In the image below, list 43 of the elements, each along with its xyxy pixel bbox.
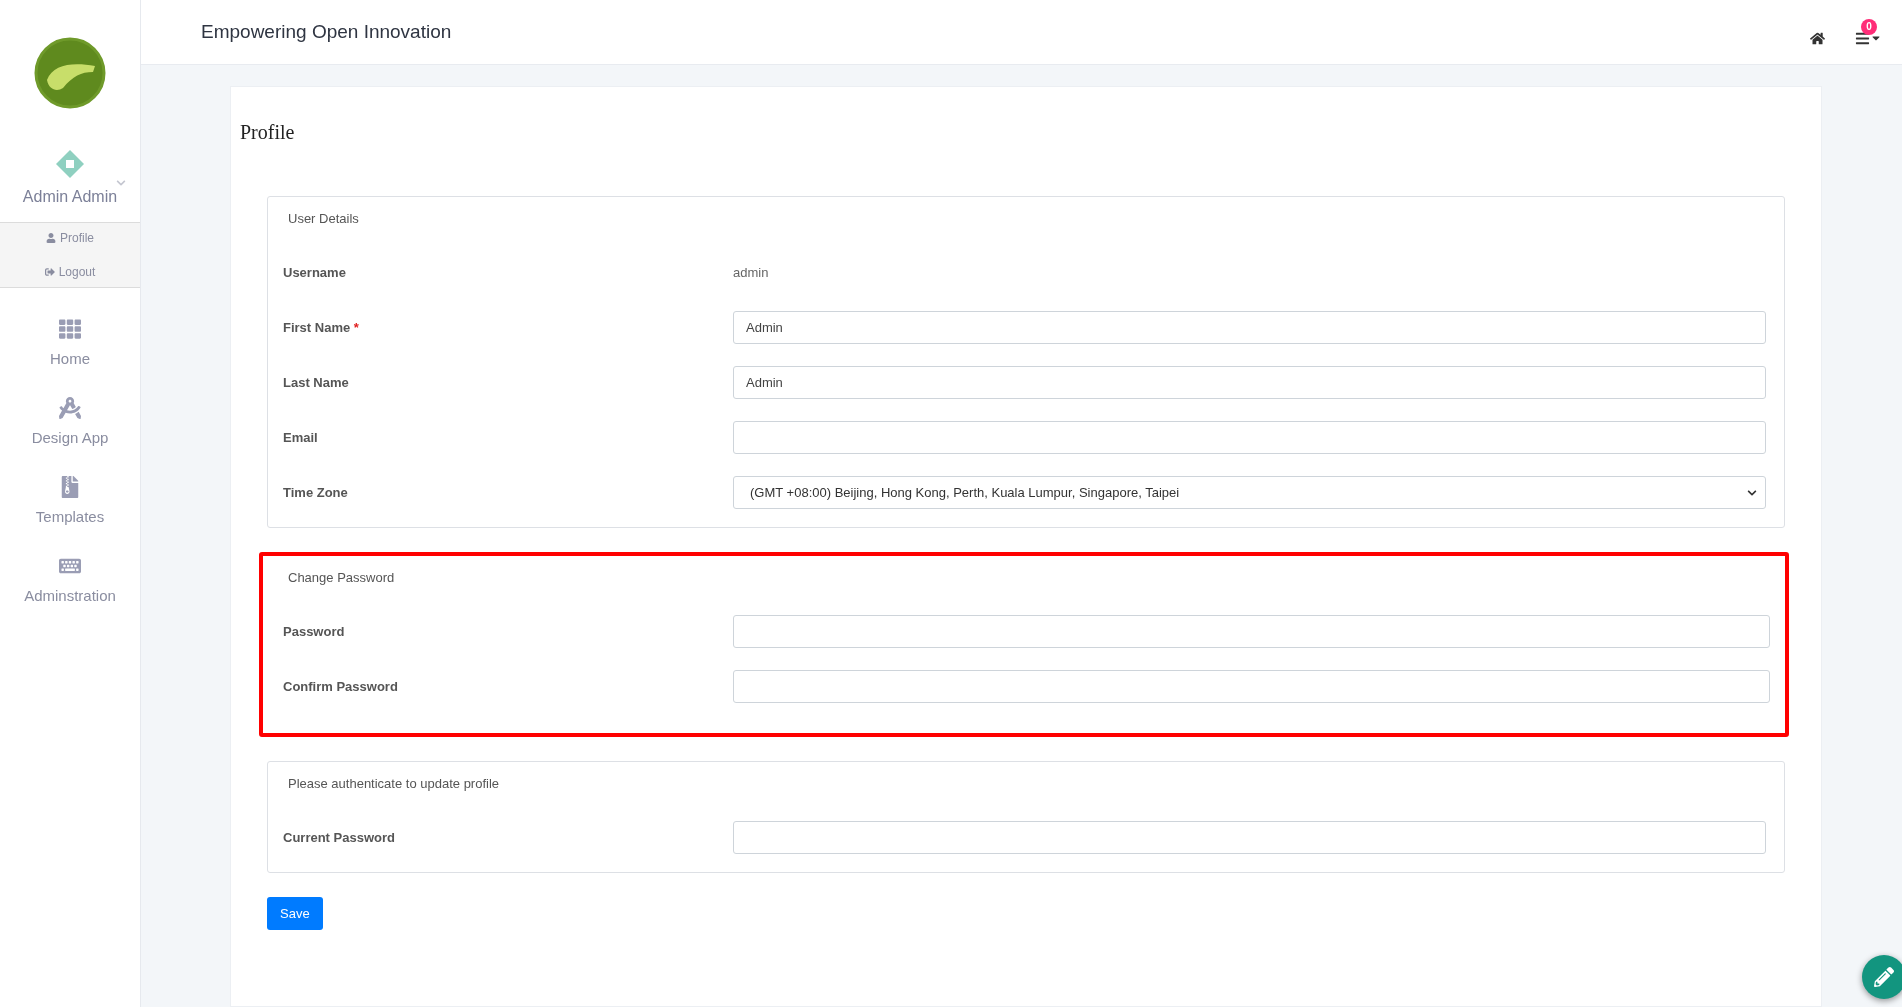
user-icon — [46, 233, 56, 243]
section-legend: Please authenticate to update profile — [283, 776, 1766, 791]
field-label: Current Password — [283, 830, 396, 845]
username-value: admin — [733, 265, 770, 280]
field-label: Email — [283, 430, 319, 445]
input-field[interactable] — [733, 670, 1770, 703]
field-label: Confirm Password — [283, 679, 399, 694]
home-icon — [1810, 30, 1825, 46]
list-icon — [1855, 30, 1870, 46]
input-field[interactable] — [733, 421, 1766, 454]
pencil-icon — [1874, 967, 1894, 987]
field-label: First Name * — [283, 320, 360, 335]
section-legend: User Details — [283, 211, 1766, 226]
input-field[interactable] — [733, 615, 1770, 648]
edit-button[interactable] — [1862, 955, 1902, 999]
timezone-select[interactable]: (GMT +08:00) Beijing, Hong Kong, Perth, Kuala Lumpur, Singapore, Taipei — [733, 476, 1766, 509]
save-button[interactable]: Save — [267, 897, 323, 930]
app-title: Empowering Open Innovation — [201, 21, 453, 43]
user-name: Admin Admin — [22, 188, 118, 206]
input-field[interactable]: Admin — [733, 366, 1766, 399]
page-title: Profile — [240, 121, 296, 144]
logo-icon — [33, 36, 107, 110]
sidebar-item[interactable]: Home — [50, 318, 90, 367]
field-label: Last Name — [283, 375, 350, 390]
section-legend: Change Password — [283, 570, 1770, 585]
sidebar-item[interactable]: Design App — [31, 397, 109, 446]
grid-icon — [59, 318, 81, 340]
input-field[interactable]: Admin — [733, 311, 1766, 344]
field-label: Password — [283, 624, 346, 639]
avatar-icon — [54, 148, 86, 180]
file-icon — [59, 476, 81, 498]
user-menu-link[interactable]: Profile — [46, 231, 94, 245]
chevron-icon[interactable] — [116, 178, 126, 188]
field-label: Username — [283, 265, 347, 280]
user-menu-link[interactable]: Logout — [44, 265, 96, 279]
notifications-button[interactable]: 0 — [1855, 18, 1882, 46]
chevron-icon — [1747, 487, 1757, 498]
logout-icon — [44, 267, 55, 277]
notification-count: 0 — [1861, 18, 1877, 35]
field-label: Time Zone — [283, 485, 349, 500]
input-field[interactable] — [733, 821, 1766, 854]
sidebar-item[interactable]: Adminstration — [24, 555, 116, 604]
sidebar-item[interactable]: Templates — [35, 476, 105, 525]
